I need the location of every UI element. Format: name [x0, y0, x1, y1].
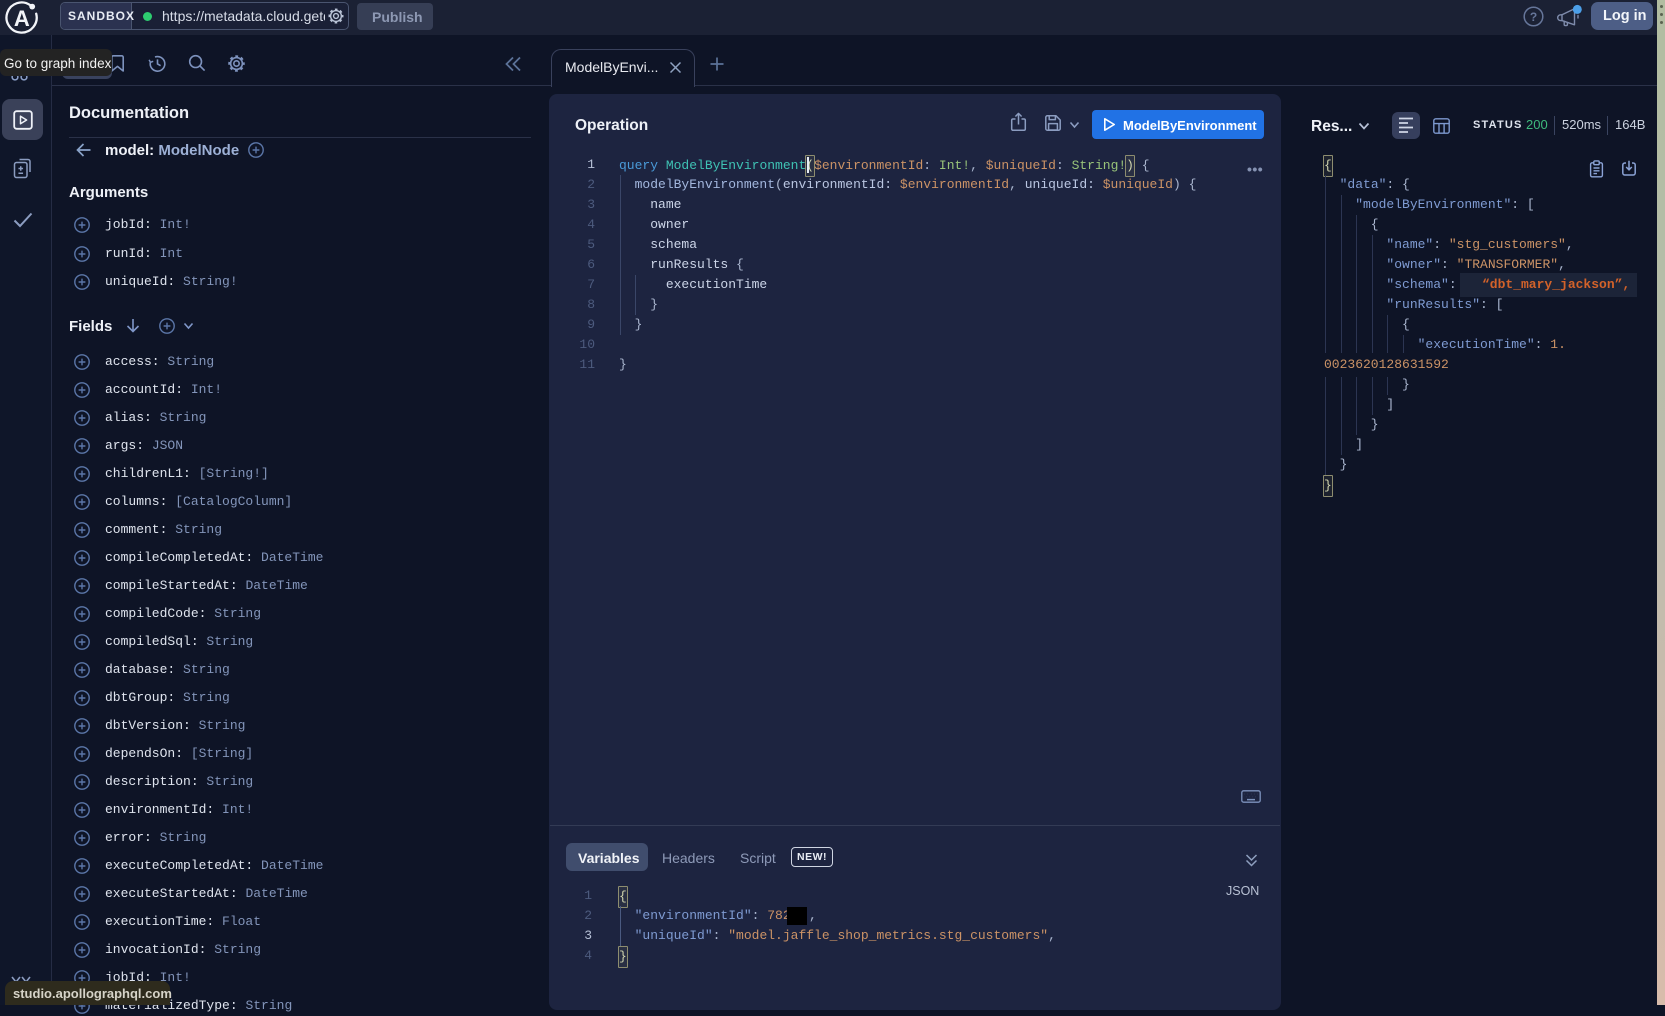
- svg-text:A: A: [14, 6, 30, 31]
- svg-text:?: ?: [1530, 10, 1537, 24]
